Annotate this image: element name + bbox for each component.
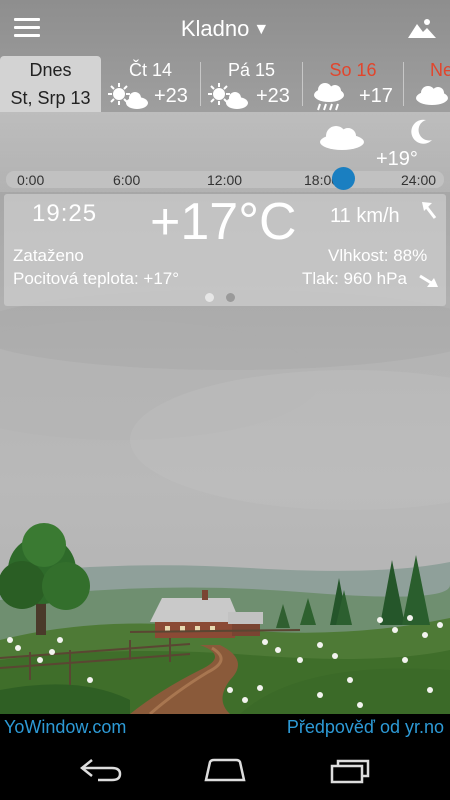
cloud-icon — [416, 86, 448, 105]
current-temperature: +17°C — [150, 193, 297, 251]
day-date: St, Srp 13 — [10, 88, 91, 108]
location-selector: Kladno ▼ — [0, 16, 450, 42]
footer-bar: YoWindow.com Předpověď od yr.no — [0, 714, 450, 742]
back-icon[interactable] — [78, 756, 122, 784]
day-temperature: +23 — [154, 85, 188, 107]
night-cloud-icon — [320, 119, 432, 150]
tick-label: 0:00 — [17, 172, 45, 188]
pressure-trend-icon — [419, 274, 438, 287]
feels-like: Pocitová teplota: +17° — [13, 269, 180, 288]
yrno-link[interactable]: Předpověď od yr.no — [287, 717, 444, 738]
tab-thursday[interactable]: Čt 14 +23 — [101, 56, 200, 112]
sun-cloud-icon — [208, 83, 248, 109]
day-temperature: +23 — [256, 85, 290, 107]
pressure: Tlak: 960 hPa — [302, 269, 407, 288]
weather-condition: Zataženo — [13, 246, 84, 265]
sun-cloud-icon — [108, 83, 148, 109]
day-name: Čt 14 — [128, 60, 173, 80]
humidity: Vlhkost: 88% — [328, 246, 428, 265]
city-name[interactable]: Kladno — [181, 16, 250, 41]
day-name: Pá 15 — [227, 60, 276, 80]
page-indicator-dot-active[interactable] — [205, 293, 214, 302]
dropdown-arrow-icon[interactable]: ▼ — [253, 21, 269, 38]
time-slider-handle[interactable] — [332, 167, 355, 190]
tick-label: 6:00 — [113, 172, 141, 188]
top-bar: Kladno ▼ — [0, 0, 450, 56]
landscape-icon[interactable] — [408, 16, 436, 40]
day-name: Ne — [430, 60, 450, 80]
page-indicator-dot[interactable] — [226, 293, 235, 302]
day-tabs: Dnes St, Srp 13 Čt 14 +23 Pá 15 +23 So 1… — [0, 56, 450, 112]
tick-label: 12:00 — [207, 172, 243, 188]
day-name: So 16 — [329, 60, 377, 80]
wind-direction-icon — [422, 202, 437, 219]
tab-today[interactable]: Dnes St, Srp 13 — [0, 56, 101, 112]
day-name: Dnes — [29, 60, 72, 80]
day-temperature: +17 — [359, 85, 393, 107]
system-navigation-bar — [0, 742, 450, 800]
yowindow-link[interactable]: YoWindow.com — [4, 717, 126, 738]
rain-cloud-icon — [314, 83, 344, 111]
tick-label: 24:00 — [401, 172, 437, 188]
weather-screen: Kladno▼ Dnes St, Srp 13 Čt 14 +23 Pá 15 — [0, 0, 450, 714]
home-icon[interactable] — [202, 756, 248, 784]
current-time: 19:25 — [32, 200, 98, 227]
recent-apps-icon[interactable] — [330, 756, 374, 784]
tab-friday[interactable]: Pá 15 +23 — [201, 56, 302, 112]
tab-saturday[interactable]: So 16 +17 — [303, 56, 403, 112]
wind-speed: 11 km/h — [330, 205, 400, 227]
tab-sunday[interactable]: Ne — [404, 56, 450, 112]
forecast-temperature: +19° — [376, 148, 418, 170]
